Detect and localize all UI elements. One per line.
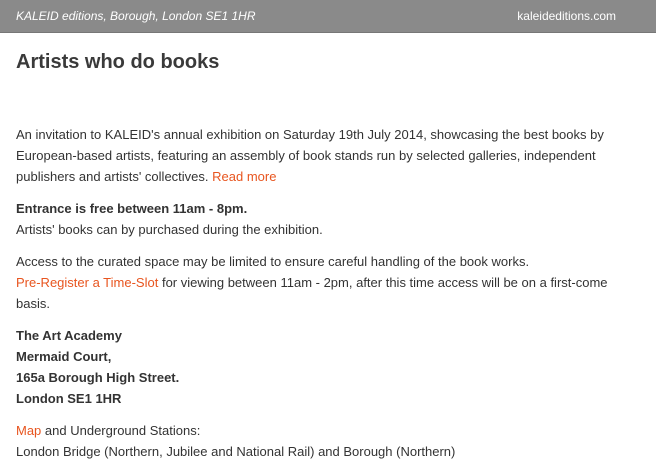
intro-paragraph: An invitation to KALEID's annual exhibit… (16, 124, 636, 187)
website-link[interactable]: kaleideditions.com (517, 0, 616, 32)
access-text: Access to the curated space may be limit… (16, 254, 530, 269)
stations-text: London Bridge (Northern, Jubilee and Nat… (16, 444, 456, 459)
top-bar: KALEID editions, Borough, London SE1 1HR… (0, 0, 656, 33)
header-location-text: KALEID editions, Borough, London SE1 1HR (16, 9, 256, 23)
read-more-link[interactable]: Read more (212, 169, 276, 184)
address-block: The Art Academy Mermaid Court, 165a Boro… (16, 325, 636, 409)
address-line-3: 165a Borough High Street. (16, 370, 180, 385)
page-title: Artists who do books (16, 51, 220, 73)
access-paragraph: Access to the curated space may be limit… (16, 251, 636, 314)
transport-label: and Underground Stations: (44, 423, 201, 438)
transport-paragraph: Map and Underground Stations: London Bri… (16, 420, 636, 462)
entrance-heading: Entrance is free between 11am - 8pm. (16, 201, 248, 216)
address-line-2: Mermaid Court, (16, 349, 112, 364)
main-content: Artists who do books An invitation to KA… (16, 32, 636, 462)
address-line-4: London SE1 1HR (16, 391, 122, 406)
entrance-paragraph: Entrance is free between 11am - 8pm. Art… (16, 198, 636, 240)
pre-register-link[interactable]: Pre-Register a Time-Slot (16, 275, 158, 290)
address-line-1: The Art Academy (16, 328, 122, 343)
map-link[interactable]: Map (16, 423, 41, 438)
intro-text: An invitation to KALEID's annual exhibit… (16, 127, 604, 184)
entrance-note: Artists' books can by purchased during t… (16, 222, 323, 237)
